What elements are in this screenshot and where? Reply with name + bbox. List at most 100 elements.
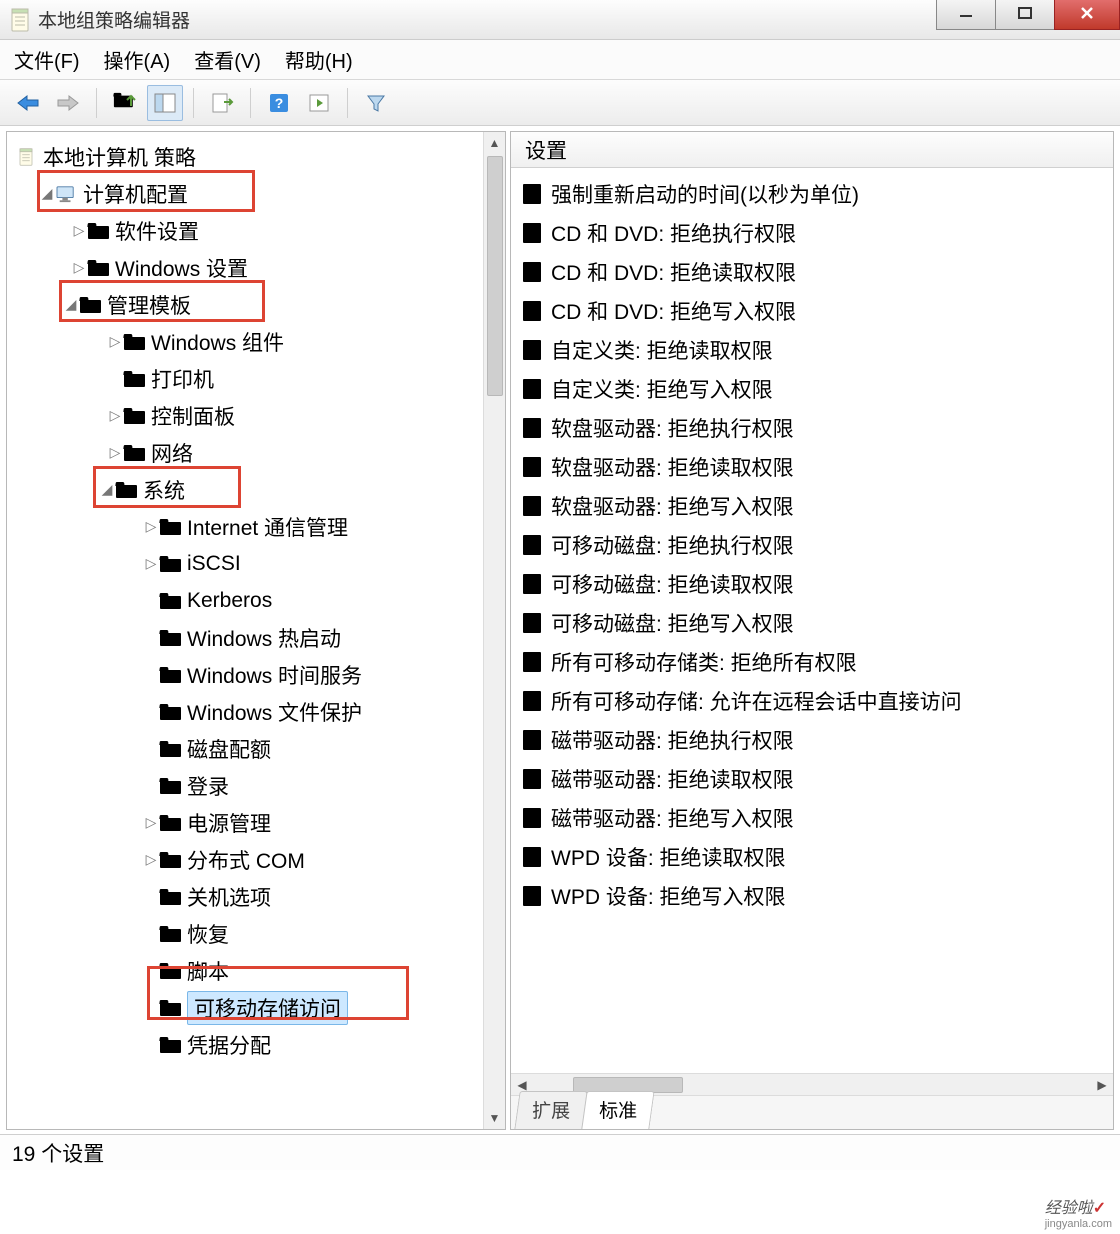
filter-button[interactable] bbox=[358, 85, 394, 121]
list-item[interactable]: CD 和 DVD: 拒绝写入权限 bbox=[521, 291, 1113, 330]
scroll-right-icon[interactable]: ▶ bbox=[1091, 1078, 1113, 1092]
tree-win-fileprotect[interactable]: Windows 文件保护 bbox=[7, 693, 483, 730]
forward-button[interactable] bbox=[50, 85, 86, 121]
tree-internet-comm[interactable]: ▷ Internet 通信管理 bbox=[7, 508, 483, 545]
list-item[interactable]: 软盘驱动器: 拒绝读取权限 bbox=[521, 447, 1113, 486]
list-item[interactable]: 磁带驱动器: 拒绝写入权限 bbox=[521, 798, 1113, 837]
list-item[interactable]: CD 和 DVD: 拒绝执行权限 bbox=[521, 213, 1113, 252]
expander-icon[interactable]: ▷ bbox=[107, 407, 123, 424]
export-button[interactable] bbox=[204, 85, 240, 121]
list-item[interactable]: 自定义类: 拒绝读取权限 bbox=[521, 330, 1113, 369]
tree-windows-settings[interactable]: ▷ Windows 设置 bbox=[7, 249, 483, 286]
help-button[interactable]: ? bbox=[261, 85, 297, 121]
list-item[interactable]: 磁带驱动器: 拒绝读取权限 bbox=[521, 759, 1113, 798]
menu-file[interactable]: 文件(F) bbox=[14, 45, 80, 74]
list-item-label: 可移动磁盘: 拒绝写入权限 bbox=[551, 608, 794, 638]
expander-icon[interactable]: ▷ bbox=[143, 814, 159, 831]
tree-cred-deleg[interactable]: 凭据分配 bbox=[7, 1026, 483, 1063]
scroll-down-icon[interactable]: ▼ bbox=[484, 1107, 505, 1129]
folder-icon bbox=[123, 444, 145, 462]
list-item-label: 所有可移动存储: 允许在远程会话中直接访问 bbox=[551, 686, 962, 716]
list-item[interactable]: 自定义类: 拒绝写入权限 bbox=[521, 369, 1113, 408]
list-item[interactable]: 所有可移动存储类: 拒绝所有权限 bbox=[521, 642, 1113, 681]
tree-recovery[interactable]: 恢复 bbox=[7, 915, 483, 952]
close-button[interactable] bbox=[1054, 0, 1120, 30]
list-item[interactable]: WPD 设备: 拒绝写入权限 bbox=[521, 876, 1113, 915]
tab-standard[interactable]: 标准 bbox=[581, 1091, 654, 1129]
run-button[interactable] bbox=[301, 85, 337, 121]
expander-icon[interactable]: ▷ bbox=[107, 333, 123, 350]
policy-icon bbox=[521, 534, 543, 556]
list-item-label: 磁带驱动器: 拒绝读取权限 bbox=[551, 764, 794, 794]
tree-dcom[interactable]: ▷ 分布式 COM bbox=[7, 841, 483, 878]
tree-win-hotstart[interactable]: Windows 热启动 bbox=[7, 619, 483, 656]
tree-network[interactable]: ▷ 网络 bbox=[7, 434, 483, 471]
tree-win-time[interactable]: Windows 时间服务 bbox=[7, 656, 483, 693]
tree-logon[interactable]: 登录 bbox=[7, 767, 483, 804]
list-item[interactable]: WPD 设备: 拒绝读取权限 bbox=[521, 837, 1113, 876]
expander-icon[interactable]: ◢ bbox=[99, 481, 115, 498]
tree-win-components[interactable]: ▷ Windows 组件 bbox=[7, 323, 483, 360]
tree-printers[interactable]: 打印机 bbox=[7, 360, 483, 397]
tree-scripts[interactable]: 脚本 bbox=[7, 952, 483, 989]
expander-icon[interactable]: ▷ bbox=[107, 444, 123, 461]
tree-control-panel[interactable]: ▷ 控制面板 bbox=[7, 397, 483, 434]
show-tree-button[interactable] bbox=[147, 85, 183, 121]
tree-scrollbar[interactable]: ▲ ▼ bbox=[483, 132, 505, 1129]
list-item[interactable]: 所有可移动存储: 允许在远程会话中直接访问 bbox=[521, 681, 1113, 720]
list-item-label: CD 和 DVD: 拒绝读取权限 bbox=[551, 257, 796, 287]
up-button[interactable] bbox=[107, 85, 143, 121]
window-title: 本地组策略编辑器 bbox=[38, 6, 190, 33]
policy-icon bbox=[521, 183, 543, 205]
minimize-button[interactable] bbox=[936, 0, 996, 30]
policy-icon bbox=[521, 456, 543, 478]
list-item[interactable]: 可移动磁盘: 拒绝读取权限 bbox=[521, 564, 1113, 603]
expander-icon[interactable]: ▷ bbox=[143, 851, 159, 868]
tree-software-settings[interactable]: ▷ 软件设置 bbox=[7, 212, 483, 249]
scroll-left-icon[interactable]: ◀ bbox=[511, 1078, 533, 1092]
scroll-up-icon[interactable]: ▲ bbox=[484, 132, 505, 154]
menu-action[interactable]: 操作(A) bbox=[104, 45, 171, 74]
menu-help[interactable]: 帮助(H) bbox=[285, 45, 353, 74]
tree-computer-config[interactable]: ◢ 计算机配置 bbox=[7, 175, 483, 212]
tree-system[interactable]: ◢ 系统 bbox=[7, 471, 483, 508]
folder-icon bbox=[159, 962, 181, 980]
folder-icon bbox=[79, 296, 101, 314]
tree-power-mgmt[interactable]: ▷ 电源管理 bbox=[7, 804, 483, 841]
policy-icon bbox=[521, 690, 543, 712]
tree-pane: 本地计算机 策略 ◢ 计算机配置 ▷ 软件设置 ▷ Windows 设置 ◢ 管… bbox=[6, 131, 506, 1130]
expander-icon[interactable]: ◢ bbox=[63, 296, 79, 313]
scroll-thumb[interactable] bbox=[487, 156, 503, 396]
list-item[interactable]: 软盘驱动器: 拒绝执行权限 bbox=[521, 408, 1113, 447]
menu-view[interactable]: 查看(V) bbox=[194, 45, 261, 74]
list-item[interactable]: CD 和 DVD: 拒绝读取权限 bbox=[521, 252, 1113, 291]
expander-icon[interactable]: ▷ bbox=[71, 259, 87, 276]
list-item[interactable]: 可移动磁盘: 拒绝执行权限 bbox=[521, 525, 1113, 564]
expander-icon[interactable]: ▷ bbox=[71, 222, 87, 239]
folder-icon bbox=[159, 666, 181, 684]
maximize-button[interactable] bbox=[995, 0, 1055, 30]
expander-icon[interactable]: ▷ bbox=[143, 555, 159, 572]
list-header[interactable]: 设置 bbox=[511, 132, 1113, 168]
policy-icon bbox=[521, 768, 543, 790]
tab-extended[interactable]: 扩展 bbox=[514, 1091, 587, 1129]
folder-icon bbox=[159, 1036, 181, 1054]
tree-iscsi[interactable]: ▷ iSCSI bbox=[7, 545, 483, 582]
back-button[interactable] bbox=[10, 85, 46, 121]
tree-admin-templates[interactable]: ◢ 管理模板 bbox=[7, 286, 483, 323]
folder-icon bbox=[159, 777, 181, 795]
list-item-label: 磁带驱动器: 拒绝执行权限 bbox=[551, 725, 794, 755]
policy-icon bbox=[521, 378, 543, 400]
tree-disk-quota[interactable]: 磁盘配额 bbox=[7, 730, 483, 767]
tree-kerberos[interactable]: Kerberos bbox=[7, 582, 483, 619]
list-item[interactable]: 软盘驱动器: 拒绝写入权限 bbox=[521, 486, 1113, 525]
list-item[interactable]: 磁带驱动器: 拒绝执行权限 bbox=[521, 720, 1113, 759]
policy-icon bbox=[521, 339, 543, 361]
expander-icon[interactable]: ▷ bbox=[143, 518, 159, 535]
expander-icon[interactable]: ◢ bbox=[39, 185, 55, 202]
tree-shutdown-opts[interactable]: 关机选项 bbox=[7, 878, 483, 915]
list-item[interactable]: 强制重新启动的时间(以秒为单位) bbox=[521, 174, 1113, 213]
tree-root[interactable]: 本地计算机 策略 bbox=[7, 138, 483, 175]
tree-removable-storage[interactable]: 可移动存储访问 bbox=[7, 989, 483, 1026]
list-item[interactable]: 可移动磁盘: 拒绝写入权限 bbox=[521, 603, 1113, 642]
